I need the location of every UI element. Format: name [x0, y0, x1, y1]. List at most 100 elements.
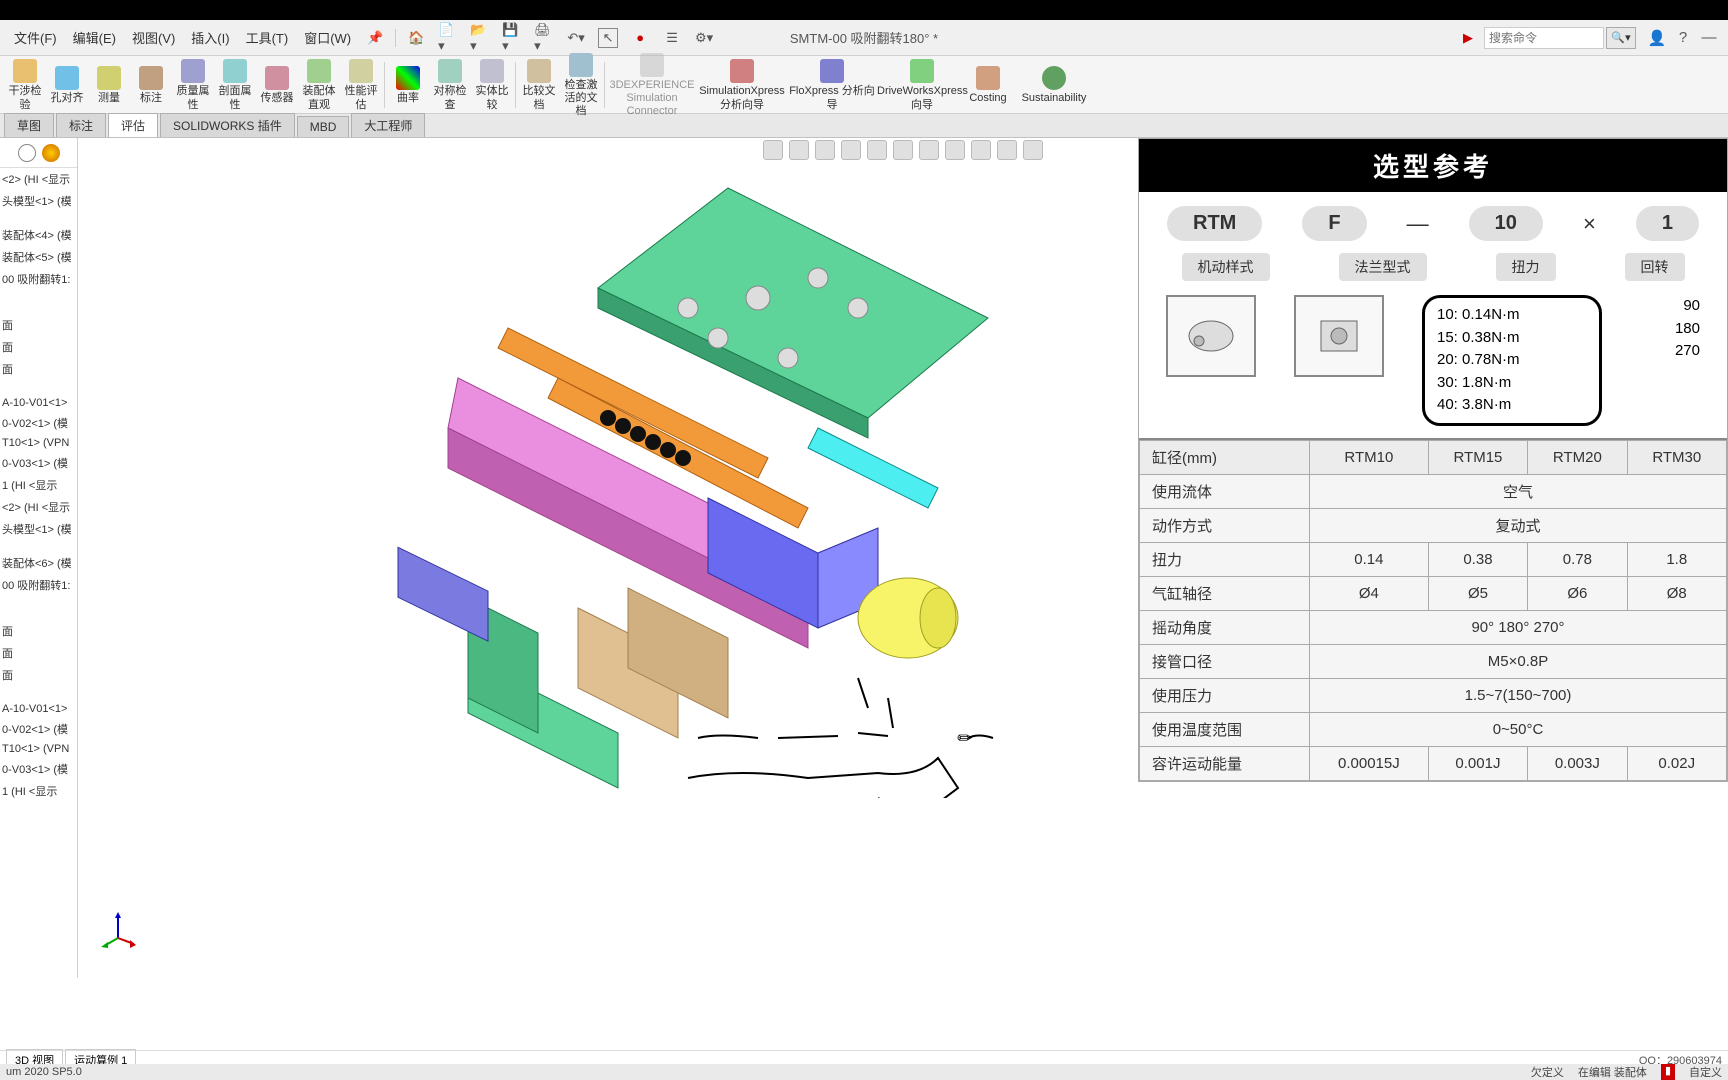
cad-model[interactable]: [338, 178, 1018, 798]
ribbon-checkdoc[interactable]: 检查激活的文档: [560, 51, 602, 119]
minimize-icon[interactable]: —: [1696, 29, 1722, 46]
view-fit-icon[interactable]: [789, 140, 809, 160]
search-button[interactable]: 🔍▾: [1606, 27, 1636, 49]
view-prev-icon[interactable]: [815, 140, 835, 160]
ribbon-measure[interactable]: 测量: [88, 64, 130, 105]
view-setting-icon[interactable]: [997, 140, 1017, 160]
status-defined: 欠定义: [1531, 1064, 1564, 1080]
menu-tool[interactable]: 工具(T): [238, 28, 297, 47]
home-icon[interactable]: 🏠: [406, 28, 426, 48]
menu-view[interactable]: 视图(V): [124, 28, 183, 47]
ribbon-simx[interactable]: SimulationXpress 分析向导: [697, 57, 787, 111]
view-section-icon[interactable]: [841, 140, 861, 160]
view-zoom-icon[interactable]: [763, 140, 783, 160]
tree-item[interactable]: 面: [0, 620, 77, 642]
ribbon-sensor[interactable]: 传感器: [256, 64, 298, 105]
tree-item[interactable]: 头模型<1> (模: [0, 518, 77, 540]
view-orient-icon[interactable]: [867, 140, 887, 160]
options-icon[interactable]: ☰: [662, 28, 682, 48]
dash-icon: —: [1407, 211, 1429, 237]
print-icon[interactable]: 🖨▾: [534, 28, 554, 48]
view-screen-icon[interactable]: [1023, 140, 1043, 160]
menu-edit[interactable]: 编辑(E): [65, 28, 124, 47]
tree-item[interactable]: 面: [0, 664, 77, 686]
tree-item[interactable]: 装配体<6> (模: [0, 552, 77, 574]
tree-item[interactable]: <2> (HI <显示: [0, 168, 77, 190]
user-icon[interactable]: 👤: [1644, 29, 1670, 47]
tree-item[interactable]: 0-V02<1> (模: [0, 718, 77, 740]
ribbon-flox[interactable]: FloXpress 分析向导: [787, 57, 877, 111]
pill-rtm: RTM: [1167, 206, 1262, 241]
tree-item[interactable]: 1 (HI <显示: [0, 780, 77, 802]
tree-icon-1[interactable]: [18, 144, 36, 162]
tree-item[interactable]: 面: [0, 358, 77, 380]
status-custom: 自定义: [1689, 1064, 1722, 1080]
tree-item[interactable]: <2> (HI <显示: [0, 496, 77, 518]
search-input[interactable]: [1484, 27, 1604, 49]
ribbon-drivew[interactable]: DriveWorksXpress 向导: [877, 57, 967, 111]
view-scene-icon[interactable]: [919, 140, 939, 160]
ribbon-section[interactable]: 剖面属性: [214, 57, 256, 111]
tab-evaluate[interactable]: 评估: [108, 113, 158, 137]
ribbon-sust[interactable]: Sustainability: [1009, 64, 1099, 105]
settings-icon[interactable]: ⚙▾: [694, 28, 714, 48]
ribbon-holealign[interactable]: 孔对齐: [46, 64, 88, 105]
ribbon-perf[interactable]: 性能评估: [340, 57, 382, 111]
tree-item[interactable]: 0-V02<1> (模: [0, 412, 77, 434]
tree-item[interactable]: 面: [0, 336, 77, 358]
tree-item[interactable]: 00 吸附翻转1:: [0, 268, 77, 290]
ribbon-3dx[interactable]: 3DEXPERIENCE Simulation Connector: [607, 51, 697, 119]
ribbon-docdiff[interactable]: 比较文档: [518, 57, 560, 111]
ribbon-mass[interactable]: 质量属性: [172, 57, 214, 111]
tree-item[interactable]: 头模型<1> (模: [0, 190, 77, 212]
ribbon-markup[interactable]: 标注: [130, 64, 172, 105]
reference-panel: 选型参考 RTM F — 10 × 1 机动样式 法兰型式 扭力 回转 10: …: [1138, 138, 1728, 782]
help-icon[interactable]: ?: [1670, 29, 1696, 46]
tab-addins[interactable]: SOLIDWORKS 插件: [160, 113, 295, 137]
tree-item[interactable]: 面: [0, 314, 77, 336]
status-edit: 在编辑 装配体: [1578, 1064, 1647, 1080]
tree-item[interactable]: 1 (HI <显示: [0, 474, 77, 496]
view-toolbar: [763, 140, 1043, 160]
ribbon-interference[interactable]: 干涉检验: [4, 57, 46, 111]
tree-icon-2[interactable]: [42, 144, 60, 162]
label-angle: 回转: [1625, 253, 1685, 281]
select-icon[interactable]: ↖: [598, 28, 618, 48]
angle-list: 90 180 270: [1640, 295, 1700, 363]
tree-item[interactable]: 0-V03<1> (模: [0, 758, 77, 780]
rebuild-icon[interactable]: ●: [630, 28, 650, 48]
menu-insert[interactable]: 插入(I): [183, 28, 237, 47]
tree-item[interactable]: 00 吸附翻转1:: [0, 574, 77, 596]
tree-item[interactable]: T10<1> (VPN: [0, 434, 77, 452]
tree-item[interactable]: 装配体<4> (模: [0, 224, 77, 246]
undo-icon[interactable]: ↶▾: [566, 28, 586, 48]
ribbon-sym[interactable]: 对称检查: [429, 57, 471, 111]
tree-item[interactable]: 面: [0, 642, 77, 664]
ribbon-asmv[interactable]: 装配体直观: [298, 57, 340, 111]
tab-expert[interactable]: 大工程师: [351, 113, 425, 137]
tab-markup[interactable]: 标注: [56, 113, 106, 137]
open-icon[interactable]: 📂▾: [470, 28, 490, 48]
menu-window[interactable]: 窗口(W): [296, 28, 359, 47]
status-flag-icon: ▮: [1661, 1064, 1675, 1080]
pill-f: F: [1302, 206, 1366, 241]
tree-item[interactable]: T10<1> (VPN: [0, 740, 77, 758]
view-hide-icon[interactable]: [945, 140, 965, 160]
tree-item[interactable]: A-10-V01<1>: [0, 394, 77, 412]
ribbon-costing[interactable]: Costing: [967, 64, 1009, 105]
tree-item[interactable]: A-10-V01<1>: [0, 700, 77, 718]
search-play-icon[interactable]: ▶: [1458, 28, 1478, 48]
feature-tree[interactable]: <2> (HI <显示 头模型<1> (模 装配体<4> (模 装配体<5> (…: [0, 138, 78, 978]
tree-item[interactable]: 装配体<5> (模: [0, 246, 77, 268]
new-icon[interactable]: 📄▾: [438, 28, 458, 48]
menu-file[interactable]: 文件(F): [6, 28, 65, 47]
save-icon[interactable]: 💾▾: [502, 28, 522, 48]
view-appear-icon[interactable]: [971, 140, 991, 160]
pin-icon[interactable]: 📌: [365, 28, 385, 48]
ribbon-compare[interactable]: 实体比较: [471, 57, 513, 111]
tab-sketch[interactable]: 草图: [4, 113, 54, 137]
view-display-icon[interactable]: [893, 140, 913, 160]
tree-item[interactable]: 0-V03<1> (模: [0, 452, 77, 474]
ribbon-curv[interactable]: 曲率: [387, 64, 429, 105]
tab-mbd[interactable]: MBD: [297, 116, 350, 137]
